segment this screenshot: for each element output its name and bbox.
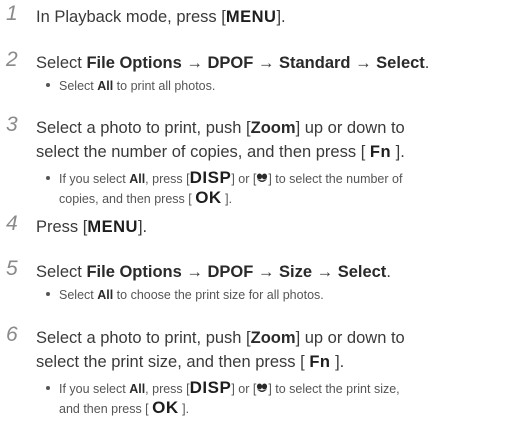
step-number: 6 xyxy=(6,323,18,346)
step-text: In Playback mode, press [MENU]. xyxy=(36,8,286,26)
step-number: 5 xyxy=(6,257,18,280)
bullet-item: If you select All, press [DISP] or [] to… xyxy=(46,168,402,189)
step-number: 3 xyxy=(6,113,18,136)
bullet-continuation: copies, and then press [ OK ]. xyxy=(59,188,233,207)
macro-flower-icon xyxy=(257,383,268,393)
step-text: select the print size, and then press [ … xyxy=(36,353,345,371)
step-text: Select a photo to print, push [Zoom] up … xyxy=(36,119,405,137)
step-text: Select File Options → DPOF → Size → Sele… xyxy=(36,263,391,281)
bullet-item: Select All to print all photos. xyxy=(46,77,215,96)
step-number: 4 xyxy=(6,212,18,235)
step-text: Press [MENU]. xyxy=(36,218,148,236)
bullet-item: Select All to choose the print size for … xyxy=(46,286,324,305)
bullet-continuation: and then press [ OK ]. xyxy=(59,398,190,417)
bullet-item: If you select All, press [DISP] or [] to… xyxy=(46,378,400,399)
step-text: Select a photo to print, push [Zoom] up … xyxy=(36,329,405,347)
step-number: 2 xyxy=(6,48,18,71)
macro-flower-icon xyxy=(257,173,268,183)
step-text: Select File Options → DPOF → Standard → … xyxy=(36,54,430,72)
step-text: select the number of copies, and then pr… xyxy=(36,143,405,161)
step-number: 1 xyxy=(6,2,18,25)
